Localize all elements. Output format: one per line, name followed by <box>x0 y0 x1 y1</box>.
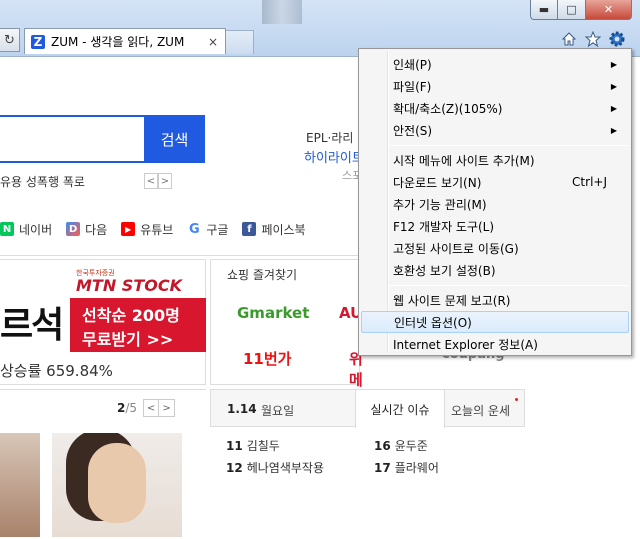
menu-item-about-ie[interactable]: Internet Explorer 정보(A) <box>361 333 629 355</box>
menu-item-view-downloads[interactable]: 다운로드 보기(N) Ctrl+J <box>361 171 629 193</box>
facebook-icon: f <box>242 222 257 236</box>
shopping-favorites: 쇼핑 즐겨찾기 Gmarket AU 11번가 위메 <box>210 259 363 389</box>
banner-cta-line2: 무료받기 >> <box>82 330 174 349</box>
gallery-pager: 2 /5 < > <box>117 399 176 417</box>
portrait-image <box>88 443 146 523</box>
blurred-thumbnail <box>262 0 302 24</box>
shortcut-facebook[interactable]: f 페이스북 <box>242 221 306 238</box>
11st-logo[interactable]: 11번가 <box>243 348 291 369</box>
toolbar-icons <box>560 30 626 48</box>
search-button[interactable]: 검색 <box>144 115 205 163</box>
window-controls: ▬ □ ✕ <box>530 0 632 20</box>
menu-item-add-to-start[interactable]: 시작 메뉴에 사이트 추가(M) <box>361 149 629 171</box>
realtime-header: 1.14 월요일 실시간 이슈 오늘의 운세 <box>210 389 525 428</box>
youtube-icon: ▶ <box>121 222 136 236</box>
browser-tab-zum[interactable]: Z ZUM - 생각을 읽다, ZUM × <box>24 28 226 54</box>
search-input[interactable] <box>0 115 144 163</box>
home-icon[interactable] <box>560 30 578 48</box>
weekday-label: 월요일 <box>261 404 295 418</box>
tab-realtime-issue[interactable]: 실시간 이슈 <box>355 390 445 428</box>
tools-menu: 인쇄(P) ▶ 파일(F) ▶ 확대/축소(Z)(105%) ▶ 안전(S) ▶ 시작 … <box>358 48 632 356</box>
pager-total: /5 <box>125 401 138 415</box>
menu-item-pinned-sites[interactable]: 고정된 사이트로 이동(G) <box>361 237 629 259</box>
menu-separator <box>389 285 629 286</box>
gallery-prev-button[interactable]: < <box>143 399 160 417</box>
menu-item-manage-addons[interactable]: 추가 기능 관리(M) <box>361 193 629 215</box>
shortcut-label: 다음 <box>85 222 108 237</box>
gallery-thumbnail-portrait[interactable] <box>52 433 182 537</box>
refresh-button[interactable]: ↻ <box>0 28 20 52</box>
shortcut-naver[interactable]: N 네이버 <box>0 221 52 238</box>
menu-shortcut: Ctrl+J <box>572 175 607 189</box>
gallery-thumbnail[interactable] <box>0 433 40 537</box>
pager-current: 2 <box>117 401 126 415</box>
gear-icon[interactable] <box>608 30 626 48</box>
daum-icon: D <box>66 222 81 236</box>
menu-item-compat-view[interactable]: 호환성 보기 설정(B) <box>361 259 629 281</box>
ad-banner[interactable]: 르석 한국투자증권 MTN STOCK 선착순 200명 무료받기 >> 상승률… <box>0 259 206 385</box>
trending-keyword[interactable]: 유용 성폭행 폭로 <box>0 173 85 190</box>
menu-item-file[interactable]: 파일(F) ▶ <box>361 75 629 97</box>
highlight-link[interactable]: 하이라이트 <box>304 147 364 166</box>
menu-item-report-problem[interactable]: 웹 사이트 문제 보고(R) <box>361 289 629 311</box>
epl-label[interactable]: EPL·라리 <box>306 129 353 146</box>
rank-item[interactable]: 11 김칠두 <box>226 437 280 454</box>
gmarket-logo[interactable]: Gmarket <box>237 304 309 322</box>
banner-headline: 르석 <box>0 305 64 346</box>
new-badge <box>515 398 518 401</box>
date-label: 1.14 <box>227 402 257 416</box>
shortcut-label: 페이스북 <box>261 222 306 237</box>
shortcut-label: 유튜브 <box>140 222 174 237</box>
banner-cta-line1: 선착순 200명 <box>82 306 180 325</box>
shortcut-label: 네이버 <box>19 222 53 237</box>
refresh-icon: ↻ <box>4 32 15 48</box>
zum-logo-icon: Z <box>31 34 45 49</box>
naver-icon: N <box>0 222 14 236</box>
new-tab-button[interactable] <box>226 30 254 54</box>
mtn-stock-logo: MTN STOCK <box>76 276 182 295</box>
submenu-arrow-icon: ▶ <box>610 59 617 69</box>
shortcut-youtube[interactable]: ▶ 유튜브 <box>121 221 173 238</box>
star-icon[interactable] <box>584 30 602 48</box>
shortcut-daum[interactable]: D 다음 <box>66 221 107 238</box>
shortcut-google[interactable]: G 구글 <box>187 221 228 238</box>
shortcut-bar: N 네이버 D 다음 ▶ 유튜브 G 구글 f 페이스북 <box>0 221 320 237</box>
menu-item-zoom[interactable]: 확대/축소(Z)(105%) ▶ <box>361 97 629 119</box>
rank-item[interactable]: 16 윤두준 <box>374 437 428 454</box>
rank-item[interactable]: 12 헤나염색부작용 <box>226 459 324 476</box>
menu-item-print[interactable]: 인쇄(P) ▶ <box>361 53 629 75</box>
menu-item-devtools[interactable]: F12 개발자 도구(L) <box>361 215 629 237</box>
rank-item[interactable]: 17 플라웨어 <box>374 459 439 476</box>
menu-item-internet-options[interactable]: 인터넷 옵션(O) <box>361 311 629 333</box>
tab-today-fortune[interactable]: 오늘의 운세 <box>451 402 510 419</box>
trend-nav: < > <box>144 173 172 189</box>
submenu-arrow-icon: ▶ <box>610 103 617 113</box>
submenu-arrow-icon: ▶ <box>610 125 617 135</box>
trend-prev-button[interactable]: < <box>144 173 158 189</box>
shortcut-label: 구글 <box>206 222 229 237</box>
google-icon: G <box>187 221 202 237</box>
menu-item-safety[interactable]: 안전(S) ▶ <box>361 119 629 141</box>
minimize-button[interactable]: ▬ <box>530 0 558 20</box>
submenu-arrow-icon: ▶ <box>610 81 617 91</box>
banner-cta[interactable]: 선착순 200명 무료받기 >> <box>70 298 206 352</box>
tab-title: ZUM - 생각을 읽다, ZUM <box>51 35 185 49</box>
gallery-next-button[interactable]: > <box>159 399 176 417</box>
shopping-title: 쇼핑 즐겨찾기 <box>227 268 298 282</box>
menu-separator <box>389 145 629 146</box>
maximize-button[interactable]: □ <box>558 0 586 20</box>
close-window-button[interactable]: ✕ <box>586 0 632 20</box>
tab-close-icon[interactable]: × <box>205 35 221 49</box>
trend-next-button[interactable]: > <box>158 173 172 189</box>
banner-rate: 상승률 659.84% <box>0 362 113 380</box>
